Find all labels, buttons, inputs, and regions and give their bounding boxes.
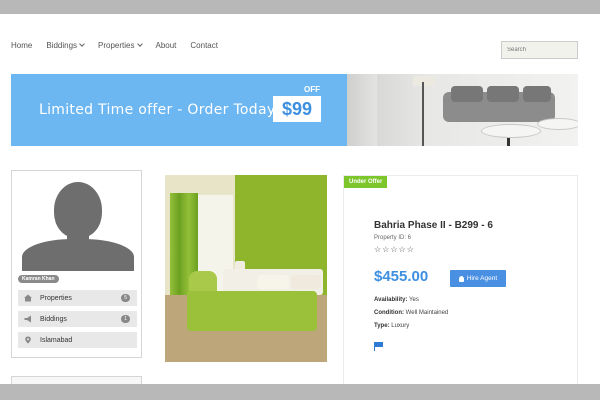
banner-living-room-image: [347, 74, 578, 146]
feature-availability: Availability: Yes: [374, 297, 419, 303]
image-cushion: [451, 86, 483, 102]
image-wall-panel: [347, 74, 377, 146]
profile-menu-location[interactable]: Islamabad: [18, 332, 137, 349]
menu-label: Biddings: [40, 315, 67, 323]
room-pillow: [257, 275, 289, 289]
image-cushion: [487, 86, 519, 102]
profile-menu-properties[interactable]: Properties 5: [18, 290, 137, 307]
banner-off-label: OFF: [304, 85, 320, 94]
feature-condition: Condition: Well Maintained: [374, 310, 448, 316]
bottom-frame-strip: [0, 384, 600, 400]
property-title[interactable]: Bahria Phase II - B299 - 6: [374, 220, 493, 231]
nav-label: Contact: [190, 41, 218, 50]
feature-key: Availability:: [374, 297, 408, 303]
search-input[interactable]: [501, 41, 578, 59]
room-pillow: [291, 275, 321, 289]
megaphone-icon: [24, 315, 32, 323]
username-badge: Kamran Khan: [18, 275, 59, 283]
nav-label: Biddings: [46, 41, 78, 50]
nav-label: About: [155, 41, 177, 50]
banner-price: $99: [273, 96, 321, 122]
home-icon: [24, 294, 32, 302]
nav-label: Properties: [98, 41, 135, 50]
hire-agent-label: Hire Agent: [466, 275, 498, 282]
user-icon: [458, 275, 464, 282]
nav-item-home[interactable]: Home: [11, 41, 32, 50]
page: Home Biddings Properties About Contact L…: [0, 14, 600, 384]
status-badge: Under Offer: [344, 176, 388, 188]
room-bed: [187, 291, 317, 331]
menu-label: Islamabad: [40, 336, 73, 344]
image-lamp-shade: [413, 76, 435, 86]
property-id: Property ID: 6: [374, 235, 412, 241]
chevron-down-icon: [136, 41, 143, 47]
top-frame-strip: [0, 0, 600, 14]
map-pin-icon: [24, 336, 32, 344]
property-image[interactable]: [165, 175, 327, 362]
room-chair: [189, 271, 217, 293]
main-nav: Home Biddings Properties About Contact: [11, 41, 232, 50]
nav-item-biddings[interactable]: Biddings: [46, 41, 85, 50]
menu-label: Properties: [40, 294, 72, 302]
hire-agent-button[interactable]: Hire Agent: [450, 270, 506, 287]
nav-item-about[interactable]: About: [156, 41, 177, 50]
feature-type: Type: Luxury: [374, 323, 409, 329]
avatar: [18, 177, 138, 271]
feature-value: Luxury: [391, 323, 410, 329]
profile-menu-biddings[interactable]: Biddings 1: [18, 311, 137, 328]
promo-banner[interactable]: Limited Time offer - Order Today For OFF…: [11, 74, 578, 146]
chevron-down-icon: [79, 41, 85, 47]
count-badge: 5: [121, 294, 130, 302]
listing-details: Under Offer Bahria Phase II - B299 - 6 P…: [343, 175, 578, 384]
property-price: $455.00: [374, 268, 429, 285]
banner-text: Limited Time offer - Order Today For: [39, 102, 303, 118]
feature-key: Type:: [374, 323, 390, 329]
image-cushion: [523, 86, 551, 102]
avatar-body: [22, 239, 134, 271]
nav-item-properties[interactable]: Properties: [98, 41, 143, 50]
image-lamp-stand: [422, 82, 424, 146]
count-badge: 1: [121, 315, 130, 323]
flag-cloth: [375, 342, 383, 347]
feature-value: Well Maintained: [405, 310, 449, 316]
image-coffee-table: [481, 124, 541, 138]
star-rating[interactable]: ☆☆☆☆☆: [374, 245, 415, 254]
feature-value: Yes: [409, 297, 419, 303]
nav-label: Home: [11, 41, 33, 50]
image-side-table: [537, 118, 578, 130]
nav-item-contact[interactable]: Contact: [190, 41, 218, 50]
profile-card: Kamran Khan Properties 5 Biddings 1 Isla…: [11, 170, 142, 358]
feature-key: Condition:: [374, 310, 404, 316]
secondary-card: [11, 376, 142, 384]
flag-icon[interactable]: [374, 342, 383, 351]
